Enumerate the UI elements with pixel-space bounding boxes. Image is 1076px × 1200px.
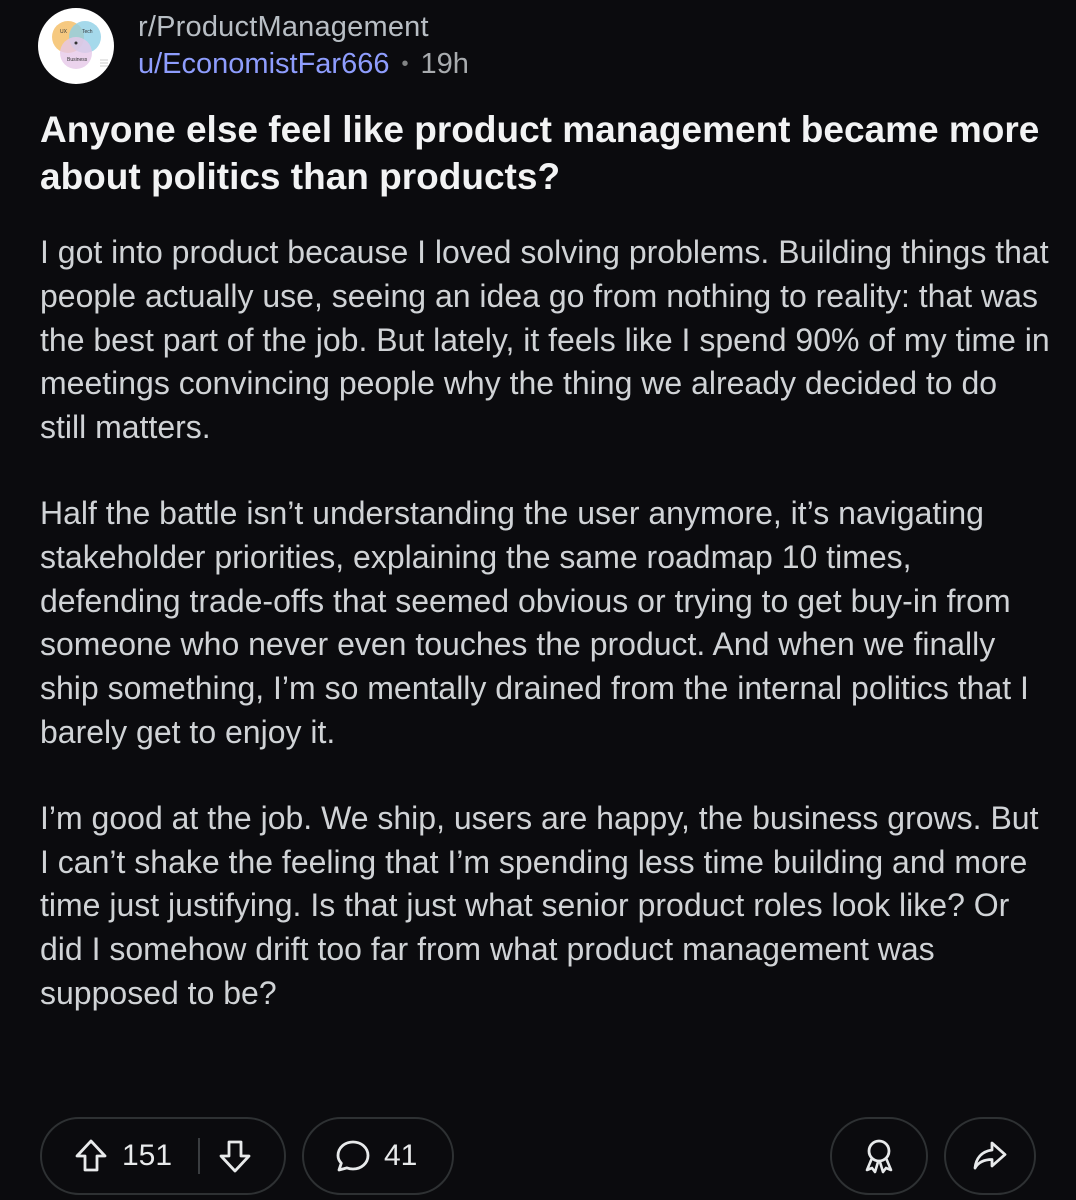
comment-icon [334, 1137, 372, 1175]
venn-diagram-icon [52, 21, 108, 69]
author-line: u/EconomistFar666 • 19h [138, 45, 469, 83]
avatar-label-tech: Tech [82, 29, 93, 35]
award-icon [859, 1136, 899, 1176]
post-body: I got into product because I loved solvi… [40, 231, 1050, 1058]
post-paragraph: Half the battle isn’t understanding the … [40, 494, 1029, 750]
action-bar: 151 41 [40, 1117, 1036, 1197]
post-title[interactable]: Anyone else feel like product management… [40, 106, 1050, 200]
post-meta: r/ProductManagement u/EconomistFar666 • … [138, 9, 469, 83]
award-button[interactable] [830, 1117, 928, 1195]
upvote-icon[interactable] [72, 1137, 110, 1175]
author-username[interactable]: u/EconomistFar666 [138, 45, 389, 83]
comments-button[interactable]: 41 [302, 1117, 454, 1195]
avatar-label-ux: UX [60, 29, 67, 35]
post-paragraph: I got into product because I loved solvi… [40, 234, 1050, 446]
post-age: 19h [420, 48, 469, 80]
vote-divider [198, 1138, 201, 1174]
subreddit-avatar[interactable]: UX Tech Business [38, 8, 114, 84]
share-button[interactable] [944, 1117, 1036, 1195]
avatar-label-business: Business [67, 57, 88, 63]
post-header: UX Tech Business r/ProductManagement u/E… [38, 8, 469, 84]
share-icon [970, 1136, 1010, 1176]
upvote-count: 151 [122, 1139, 173, 1172]
meta-separator: • [401, 53, 409, 75]
downvote-icon[interactable] [216, 1137, 254, 1175]
comment-count: 41 [384, 1139, 418, 1172]
subreddit-name[interactable]: r/ProductManagement [138, 9, 469, 45]
post-paragraph: I’m good at the job. We ship, users are … [40, 799, 1039, 1011]
vote-control: 151 [40, 1117, 286, 1195]
